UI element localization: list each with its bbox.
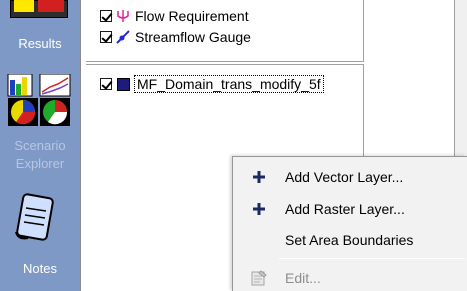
layer-row-flow-requirement[interactable]: Flow Requirement <box>100 7 249 25</box>
flow-requirement-icon <box>115 9 131 23</box>
domain-layer-icon <box>115 77 131 91</box>
layer-label: MF_Domain_trans_modify_5f <box>134 75 324 93</box>
plus-icon <box>251 169 267 185</box>
menu-item-add-raster-layer[interactable]: Add Raster Layer... <box>233 196 467 222</box>
layer-label: Flow Requirement <box>135 8 249 24</box>
nav-scenario-label-line2: Explorer <box>15 156 65 171</box>
layer-checkbox[interactable] <box>100 78 112 90</box>
menu-item-label: Edit... <box>285 270 321 286</box>
menu-separator <box>279 258 465 259</box>
layer-label: Streamflow Gauge <box>135 29 251 45</box>
left-navigation-bar: Results Scenario Explorer Notes <box>0 0 80 291</box>
layer-row-streamflow-gauge[interactable]: Streamflow Gauge <box>100 28 251 46</box>
nav-scenario-explorer-label[interactable]: Scenario Explorer <box>0 137 80 173</box>
layer-list-top: Flow Requirement Streamflow Gauge <box>86 0 364 62</box>
context-menu: Add Vector Layer... Add Raster Layer... … <box>232 156 467 291</box>
notes-icon[interactable] <box>10 192 56 244</box>
layer-checkbox[interactable] <box>100 31 112 43</box>
layer-checkbox[interactable] <box>100 10 112 22</box>
results-icon[interactable] <box>10 0 68 18</box>
menu-item-label: Add Raster Layer... <box>285 201 405 217</box>
menu-item-label: Add Vector Layer... <box>285 169 404 185</box>
nav-notes-label[interactable]: Notes <box>0 261 80 276</box>
menu-item-edit[interactable]: Edit... <box>233 265 467 291</box>
plus-icon <box>251 201 267 217</box>
nav-results-label[interactable]: Results <box>0 36 80 51</box>
menu-item-set-area-boundaries[interactable]: Set Area Boundaries <box>233 227 467 253</box>
layer-row-mf-domain[interactable]: MF_Domain_trans_modify_5f <box>100 75 324 93</box>
nav-scenario-label-line1: Scenario <box>14 138 66 153</box>
streamflow-gauge-icon <box>115 30 131 44</box>
scenario-explorer-icon[interactable] <box>4 73 74 130</box>
menu-item-add-vector-layer[interactable]: Add Vector Layer... <box>233 164 467 190</box>
properties-icon <box>251 270 267 286</box>
menu-item-label: Set Area Boundaries <box>285 232 414 248</box>
